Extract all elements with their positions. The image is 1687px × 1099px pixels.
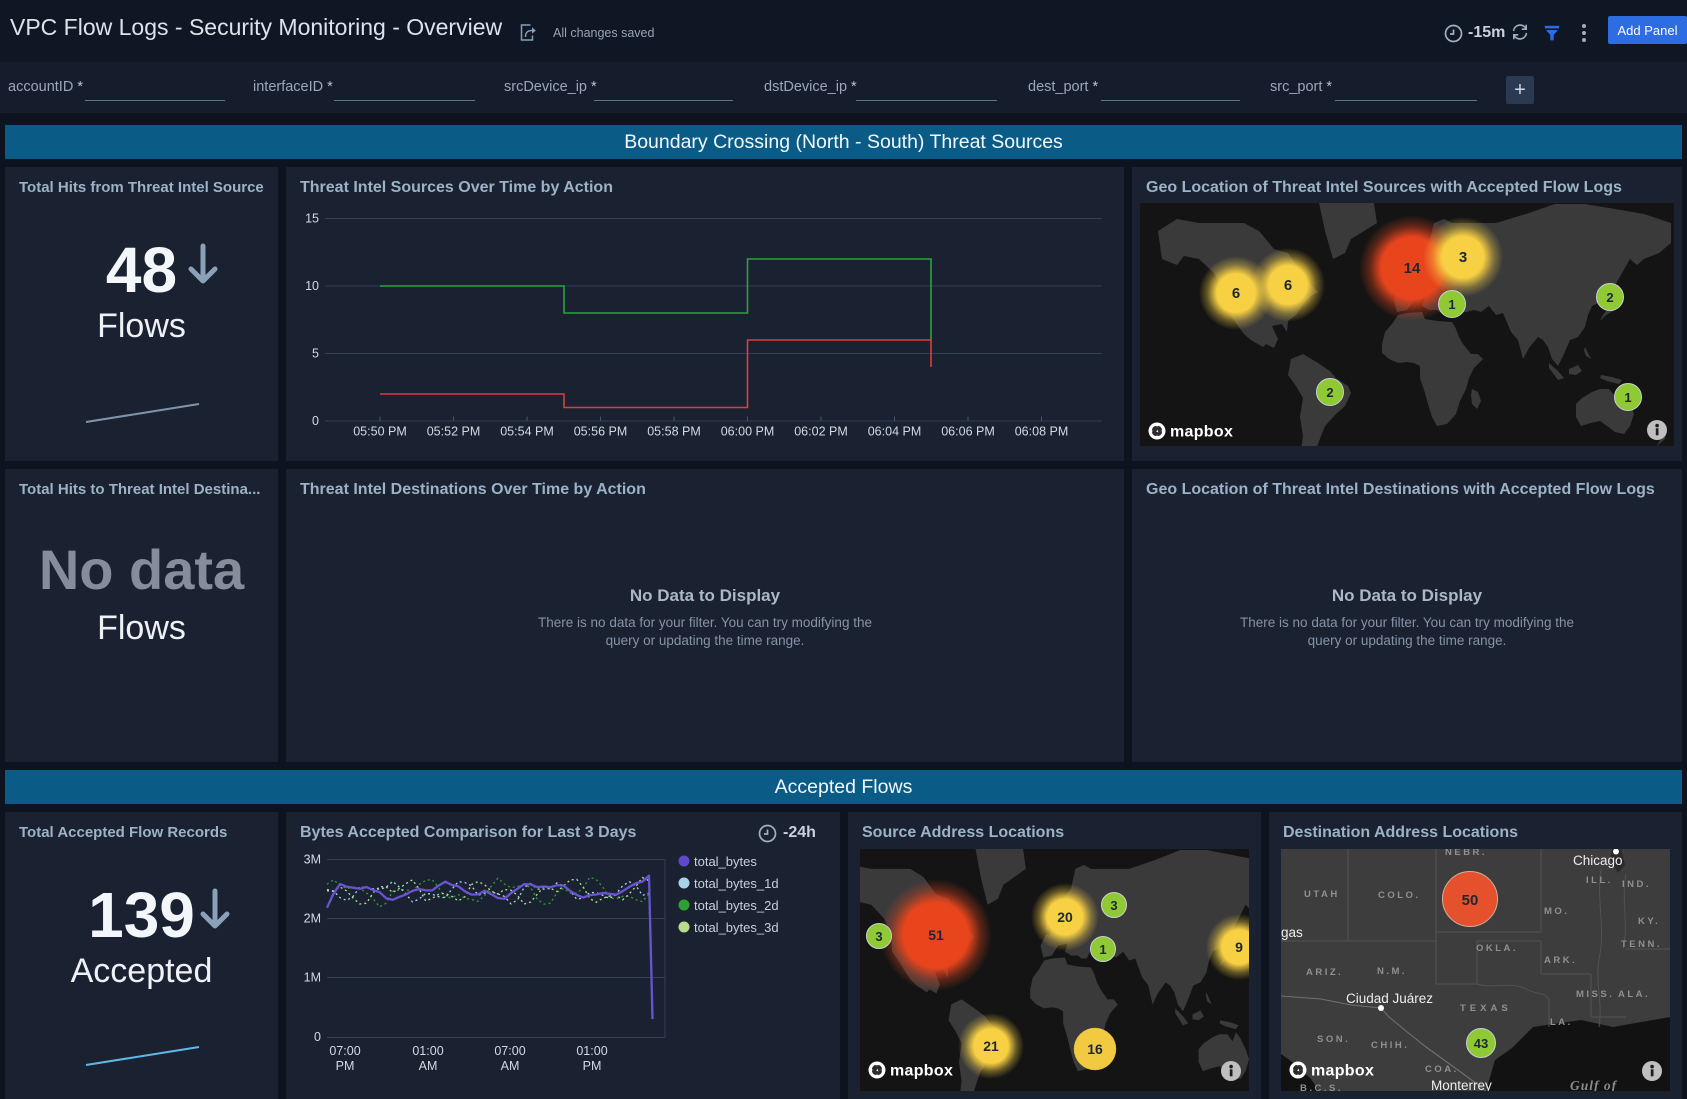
svg-text:MO.: MO.	[1544, 906, 1569, 917]
svg-text:2M: 2M	[304, 912, 321, 926]
svg-text:3M: 3M	[304, 853, 321, 867]
svg-text:UTAH: UTAH	[1304, 889, 1340, 900]
svg-text:51: 51	[928, 927, 944, 943]
svg-text:3: 3	[1110, 898, 1117, 913]
svg-text:21: 21	[983, 1038, 999, 1054]
svg-text:MISS.: MISS.	[1576, 989, 1614, 1000]
svg-text:Chicago: Chicago	[1573, 853, 1623, 868]
svg-text:05:50 PM: 05:50 PM	[353, 425, 407, 439]
svg-text:5: 5	[312, 347, 319, 361]
svg-text:50: 50	[1462, 892, 1479, 909]
svg-text:06:04 PM: 06:04 PM	[868, 425, 922, 439]
svg-text:0: 0	[314, 1030, 321, 1044]
svg-text:LA.: LA.	[1550, 1017, 1573, 1028]
svg-text:mapbox: mapbox	[1170, 424, 1233, 441]
svg-text:07:00: 07:00	[494, 1044, 525, 1058]
svg-text:0: 0	[312, 414, 319, 428]
svg-text:06:06 PM: 06:06 PM	[941, 425, 995, 439]
svg-text:KY.: KY.	[1638, 916, 1660, 927]
svg-text:CHIH.: CHIH.	[1371, 1040, 1409, 1051]
svg-text:6: 6	[1284, 277, 1292, 294]
svg-text:total_bytes: total_bytes	[694, 854, 757, 869]
svg-text:Gulf of: Gulf of	[1570, 1078, 1618, 1091]
svg-text:Ciudad Juárez: Ciudad Juárez	[1346, 991, 1433, 1006]
svg-text:COLO.: COLO.	[1378, 890, 1421, 901]
svg-text:3: 3	[1459, 249, 1467, 266]
svg-text:TENN.: TENN.	[1621, 939, 1662, 950]
svg-text:ILL.: ILL.	[1586, 875, 1613, 886]
svg-text:05:52 PM: 05:52 PM	[427, 425, 481, 439]
svg-text:ALA.: ALA.	[1618, 989, 1650, 1000]
svg-text:PM: PM	[336, 1059, 355, 1073]
svg-text:43: 43	[1474, 1036, 1488, 1051]
svg-text:2: 2	[1606, 290, 1613, 305]
svg-text:mapbox: mapbox	[890, 1063, 953, 1080]
svg-text:06:08 PM: 06:08 PM	[1015, 425, 1069, 439]
svg-text:AM: AM	[501, 1059, 520, 1073]
svg-text:6: 6	[1232, 285, 1240, 302]
svg-text:Monterrey: Monterrey	[1431, 1078, 1492, 1091]
svg-text:SON.: SON.	[1317, 1034, 1350, 1045]
svg-text:IND.: IND.	[1622, 879, 1651, 890]
svg-text:1: 1	[1099, 942, 1106, 957]
svg-text:05:54 PM: 05:54 PM	[500, 425, 554, 439]
svg-text:1: 1	[1448, 297, 1455, 312]
svg-text:05:56 PM: 05:56 PM	[574, 425, 628, 439]
svg-text:total_bytes_2d: total_bytes_2d	[694, 898, 779, 913]
svg-text:06:02 PM: 06:02 PM	[794, 425, 848, 439]
svg-text:ARK.: ARK.	[1544, 955, 1577, 966]
svg-text:OKLA.: OKLA.	[1476, 943, 1518, 954]
svg-text:10: 10	[305, 279, 319, 293]
svg-text:14: 14	[1404, 260, 1421, 277]
svg-text:COA.: COA.	[1425, 1064, 1459, 1075]
svg-text:15: 15	[305, 212, 319, 226]
svg-text:1: 1	[1624, 390, 1631, 405]
svg-text:05:58 PM: 05:58 PM	[647, 425, 701, 439]
svg-text:01:00: 01:00	[412, 1044, 443, 1058]
svg-text:N.M.: N.M.	[1377, 966, 1407, 977]
svg-text:1M: 1M	[304, 971, 321, 985]
svg-text:9: 9	[1235, 939, 1243, 955]
svg-text:gas: gas	[1281, 925, 1303, 940]
svg-text:ARIZ.: ARIZ.	[1306, 967, 1343, 978]
svg-text:2: 2	[1326, 385, 1333, 400]
svg-text:total_bytes_3d: total_bytes_3d	[694, 920, 779, 935]
svg-text:3: 3	[875, 929, 882, 944]
svg-text:AM: AM	[419, 1059, 438, 1073]
svg-text:06:00 PM: 06:00 PM	[721, 425, 775, 439]
svg-text:NEBR.: NEBR.	[1445, 849, 1487, 858]
svg-text:07:00: 07:00	[329, 1044, 360, 1058]
svg-text:PM: PM	[583, 1059, 602, 1073]
svg-text:TEXAS: TEXAS	[1460, 1003, 1512, 1014]
svg-text:B.C.S.: B.C.S.	[1300, 1083, 1343, 1091]
svg-text:total_bytes_1d: total_bytes_1d	[694, 876, 779, 891]
svg-text:01:00: 01:00	[576, 1044, 607, 1058]
svg-text:mapbox: mapbox	[1311, 1063, 1374, 1080]
svg-text:20: 20	[1057, 909, 1073, 925]
svg-text:16: 16	[1087, 1041, 1103, 1057]
